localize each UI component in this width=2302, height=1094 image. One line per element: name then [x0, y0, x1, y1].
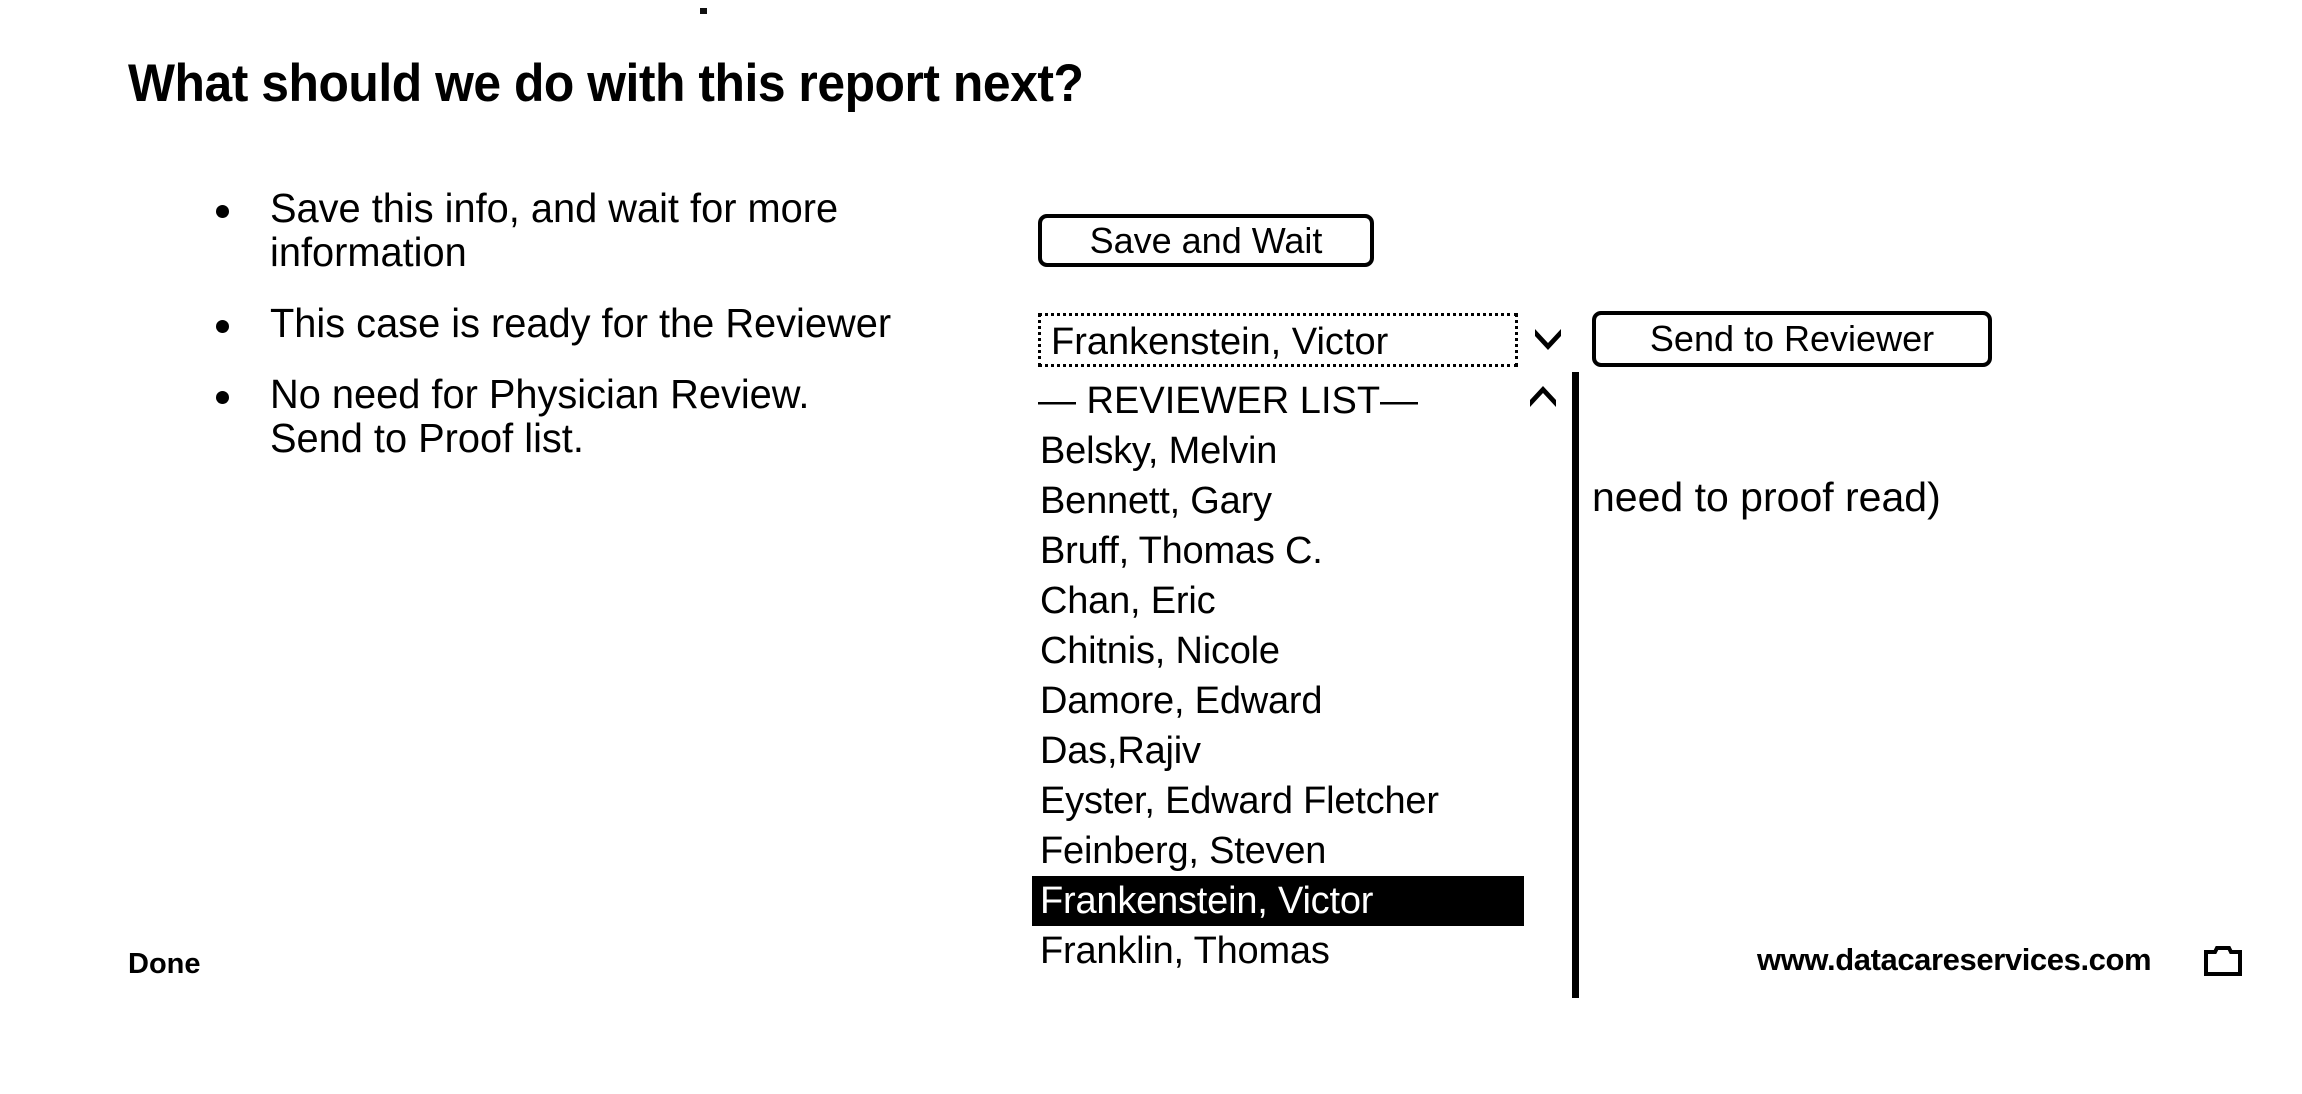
- bullet-dot-icon: [216, 391, 229, 404]
- instruction-list: Save this info, and wait for more inform…: [212, 188, 1012, 489]
- list-item[interactable]: Chitnis, Nicole: [1032, 626, 1524, 676]
- list-item[interactable]: Damore, Edward: [1032, 676, 1524, 726]
- proof-read-note: need to proof read): [1592, 474, 1941, 520]
- reviewer-option-list[interactable]: — REVIEWER LIST— Belsky, Melvin Bennett,…: [1032, 376, 1524, 976]
- save-and-wait-button[interactable]: Save and Wait: [1038, 214, 1374, 267]
- scan-artifact-speck: [700, 8, 707, 14]
- page-title: What should we do with this report next?: [128, 54, 1084, 113]
- list-item-selected[interactable]: Frankenstein, Victor: [1032, 876, 1524, 926]
- list-scrollbar-track[interactable]: [1572, 372, 1579, 998]
- list-item: Save this info, and wait for more inform…: [212, 188, 1012, 273]
- list-item-line: No need for Physician Review.: [270, 371, 810, 417]
- list-item-line: Send to Proof list.: [270, 415, 584, 461]
- list-item[interactable]: Bennett, Gary: [1032, 476, 1524, 526]
- chevron-down-icon[interactable]: [1533, 322, 1573, 356]
- status-text: Done: [128, 948, 201, 980]
- reviewer-select-value: Frankenstein, Victor: [1051, 321, 1389, 363]
- footer-url: www.datacareservices.com: [1757, 942, 2152, 977]
- reviewer-select[interactable]: Frankenstein, Victor: [1038, 313, 1518, 367]
- list-item[interactable]: Belsky, Melvin: [1032, 426, 1524, 476]
- list-item-line: information: [270, 229, 467, 275]
- list-item[interactable]: Chan, Eric: [1032, 576, 1524, 626]
- list-item: No need for Physician Review. Send to Pr…: [212, 374, 1012, 459]
- chevron-up-icon[interactable]: [1528, 384, 1568, 416]
- browser-zone-icon: [2204, 946, 2242, 976]
- list-item[interactable]: Bruff, Thomas C.: [1032, 526, 1524, 576]
- list-item[interactable]: Franklin, Thomas: [1032, 926, 1524, 976]
- list-item[interactable]: Eyster, Edward Fletcher: [1032, 776, 1524, 826]
- list-item[interactable]: Feinberg, Steven: [1032, 826, 1524, 876]
- list-item-line: Save this info, and wait for more: [270, 185, 839, 231]
- list-item[interactable]: Das,Rajiv: [1032, 726, 1524, 776]
- list-item-line: This case is ready for the Reviewer: [270, 300, 892, 346]
- bullet-dot-icon: [216, 320, 229, 333]
- list-item[interactable]: — REVIEWER LIST—: [1032, 376, 1524, 426]
- send-to-reviewer-button[interactable]: Send to Reviewer: [1592, 311, 1992, 367]
- list-item: This case is ready for the Reviewer: [212, 303, 1012, 344]
- bullet-dot-icon: [216, 205, 229, 218]
